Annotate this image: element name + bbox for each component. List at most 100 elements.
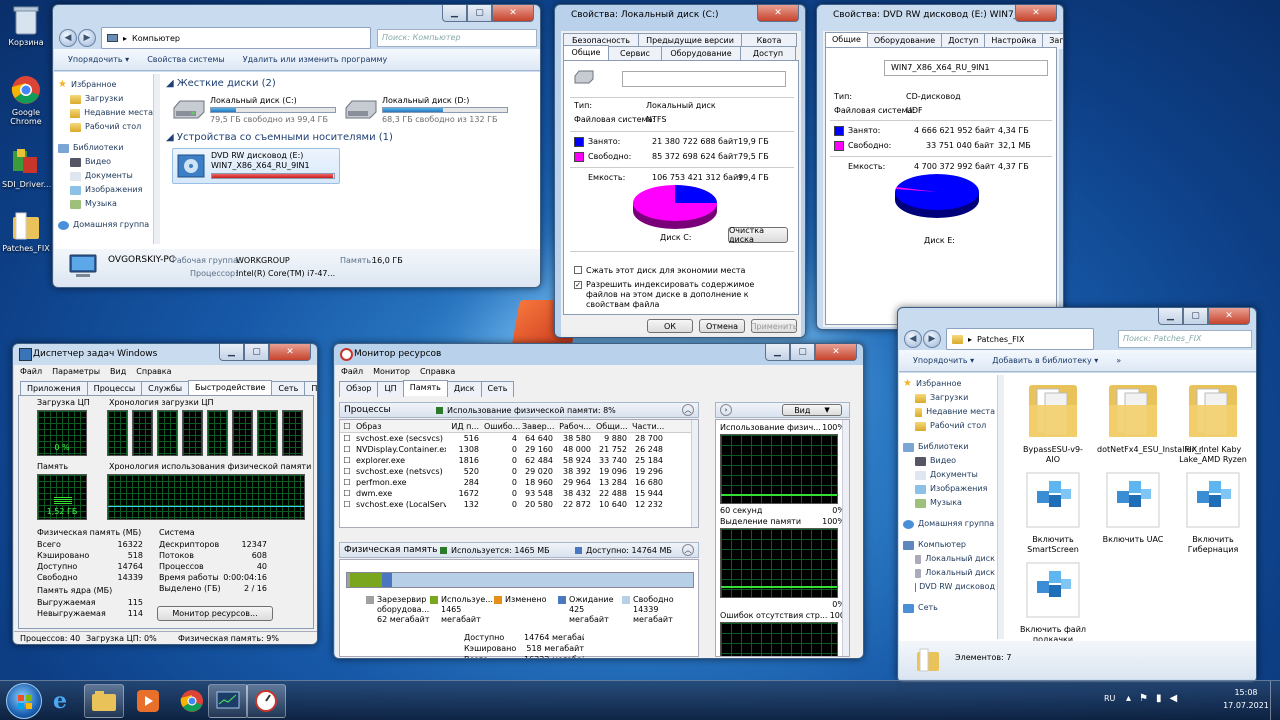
- menu-help[interactable]: Справка: [420, 367, 455, 376]
- resource-monitor-button[interactable]: Монитор ресурсов...: [157, 606, 273, 621]
- maximize-button[interactable]: ▢: [244, 344, 269, 361]
- volume-icon[interactable]: ◀: [1170, 693, 1178, 704]
- tab-memory[interactable]: Память: [402, 380, 448, 396]
- nav-libraries[interactable]: Библиотеки: [903, 440, 995, 454]
- drive-d-name[interactable]: Локальный диск (D:): [382, 96, 469, 105]
- menu-options[interactable]: Параметры: [52, 367, 100, 376]
- close-button[interactable]: ✕: [815, 344, 857, 361]
- menu-file[interactable]: Файл: [20, 367, 42, 376]
- nav-downloads[interactable]: Загрузки: [58, 92, 153, 106]
- row-checkbox[interactable]: ☐: [340, 444, 354, 455]
- nav-homegroup[interactable]: Домашняя группа: [903, 517, 995, 531]
- select-all-checkbox[interactable]: ☐: [340, 420, 354, 432]
- flag-icon[interactable]: ⚑: [1139, 693, 1148, 704]
- desktop-icon-chrome[interactable]: Google Chrome: [2, 74, 50, 126]
- minimize-button[interactable]: ▁: [219, 344, 244, 361]
- tab-quota[interactable]: Квота: [741, 33, 797, 47]
- taskbar-media-player[interactable]: [128, 684, 168, 718]
- nav-recent[interactable]: Недавние места: [903, 405, 995, 419]
- nav-pictures[interactable]: Изображения: [903, 482, 995, 496]
- resource-monitor-window[interactable]: Монитор ресурсов ▁ ▢ ✕ Файл Монитор Справка …: [333, 343, 864, 659]
- taskbar-ie[interactable]: e: [40, 684, 80, 718]
- column-header[interactable]: Рабоч...: [556, 420, 594, 432]
- menu-view[interactable]: Вид: [110, 367, 126, 376]
- tab-performance[interactable]: Быстродействие: [188, 380, 273, 396]
- nav-video[interactable]: Видео: [903, 454, 995, 468]
- explorer-computer-window[interactable]: ▁ ▢ ✕ ◀ ▶ ▸ Компьютер Поиск: Компьютер Упо…: [52, 4, 541, 288]
- table-row[interactable]: ☐ explorer.exe 1816 0 62 484 58 924 33 740 25 1…: [340, 455, 698, 466]
- tab-general[interactable]: Общие: [825, 32, 868, 48]
- nav-documents[interactable]: Документы: [903, 468, 995, 482]
- nav-video[interactable]: Видео: [58, 155, 153, 169]
- row-checkbox[interactable]: ☐: [340, 499, 354, 510]
- minimize-button[interactable]: ▁: [1158, 308, 1183, 325]
- desktop-icon-sdi[interactable]: SDI_Driver...: [2, 146, 51, 189]
- row-checkbox[interactable]: ☐: [340, 455, 354, 466]
- file-item[interactable]: BypassESU-v9-AIO: [1017, 379, 1089, 465]
- organize-button[interactable]: Упорядочить ▾: [68, 55, 129, 64]
- compress-checkbox[interactable]: [574, 266, 582, 274]
- collapse-icon[interactable]: ︿: [682, 404, 694, 416]
- menu-file[interactable]: Файл: [341, 367, 363, 376]
- close-button[interactable]: ✕: [492, 5, 534, 22]
- organize-button[interactable]: Упорядочить ▾: [913, 356, 974, 365]
- search-input[interactable]: Поиск: Компьютер: [377, 29, 537, 47]
- nav-documents[interactable]: Документы: [58, 169, 153, 183]
- processes-section-header[interactable]: Процессы Использование физической памяти…: [339, 402, 699, 418]
- nav-music[interactable]: Музыка: [903, 496, 995, 510]
- back-button[interactable]: ◀: [59, 29, 77, 47]
- nav-libraries[interactable]: Библиотеки: [58, 141, 153, 155]
- nav-desktop[interactable]: Рабочий стол: [58, 120, 153, 134]
- network-icon[interactable]: ▮: [1156, 693, 1162, 704]
- properties-e-dialog[interactable]: Свойства: DVD RW дисковод (E:) WIN7_X86_…: [816, 4, 1064, 330]
- explorer-patches-window[interactable]: ▁ ▢ ✕ ◀ ▶ ▸ Patches_FIX Поиск: Patches_FIX…: [897, 307, 1257, 683]
- file-item[interactable]: dotNetFx4_ESU_Installer_r: [1097, 379, 1202, 455]
- file-item[interactable]: Включить SmartScreen: [1017, 469, 1089, 555]
- file-item[interactable]: Включить файл подкачки: [1017, 559, 1089, 645]
- start-button[interactable]: [6, 683, 42, 719]
- process-scrollbar[interactable]: [691, 420, 698, 527]
- minimize-button[interactable]: ▁: [442, 5, 467, 22]
- apply-button[interactable]: Применить: [750, 319, 798, 333]
- nav-desktop[interactable]: Рабочий стол: [903, 419, 995, 433]
- nav-favorites[interactable]: ★ Избранное: [903, 377, 995, 391]
- taskbar-resource-monitor[interactable]: [246, 684, 286, 718]
- tab-previous-versions[interactable]: Предыдущие версии: [638, 33, 742, 47]
- index-checkbox[interactable]: ✓: [574, 281, 582, 289]
- close-button[interactable]: ✕: [1015, 5, 1057, 22]
- nav-recent[interactable]: Недавние места: [58, 106, 153, 120]
- expand-icon[interactable]: ›: [720, 404, 732, 416]
- taskbar-chrome[interactable]: [172, 684, 212, 718]
- row-checkbox[interactable]: ☐: [340, 433, 354, 444]
- close-button[interactable]: ✕: [1208, 308, 1250, 325]
- uninstall-program-button[interactable]: Удалить или изменить программу: [243, 55, 388, 64]
- nav-pictures[interactable]: Изображения: [58, 183, 153, 197]
- disk-cleanup-button[interactable]: Очистка диска: [728, 226, 788, 244]
- file-item[interactable]: FIX_Intel Kaby Lake_AMD Ryzen: [1177, 379, 1249, 465]
- desktop-icon-patches[interactable]: Patches_FIX: [2, 210, 50, 253]
- physical-memory-section-header[interactable]: Физическая память Используется: 1465 МБ …: [339, 542, 699, 558]
- drive-c-name[interactable]: Локальный диск (C:): [210, 96, 297, 105]
- tab-network[interactable]: Сеть: [480, 381, 515, 397]
- maximize-button[interactable]: ▢: [1183, 308, 1208, 325]
- ok-button[interactable]: ОК: [647, 319, 693, 333]
- cancel-button[interactable]: Отмена: [699, 319, 745, 333]
- nav-scrollbar[interactable]: [997, 375, 1004, 639]
- close-button[interactable]: ✕: [269, 344, 311, 361]
- add-to-library-button[interactable]: Добавить в библиотеку ▾: [992, 356, 1098, 365]
- column-header[interactable]: ИД п...: [446, 420, 482, 432]
- tab-overview[interactable]: Обзор: [339, 381, 379, 397]
- column-header[interactable]: Образ: [354, 420, 446, 432]
- task-manager-window[interactable]: Диспетчер задач Windows ▁ ▢ ✕ Файл Параметр…: [12, 343, 318, 645]
- taskbar-task-manager[interactable]: [208, 684, 248, 718]
- menu-monitor[interactable]: Монитор: [373, 367, 410, 376]
- view-dropdown[interactable]: Вид ▼: [782, 404, 842, 416]
- file-item[interactable]: Включить Гибернация: [1177, 469, 1249, 555]
- properties-c-dialog[interactable]: Свойства: Локальный диск (C:) ✕ Безопасн…: [554, 4, 806, 338]
- dvd-drive-item[interactable]: DVD RW дисковод (E:) WIN7_X86_X64_RU_9IN…: [172, 148, 340, 184]
- tab-general[interactable]: Общие: [563, 45, 609, 61]
- column-header[interactable]: Общи...: [594, 420, 630, 432]
- forward-button[interactable]: ▶: [923, 330, 941, 348]
- close-button[interactable]: ✕: [757, 5, 799, 22]
- table-row[interactable]: ☐svchost.exe (LocalServiceNet... 132 0 20 5…: [340, 499, 698, 510]
